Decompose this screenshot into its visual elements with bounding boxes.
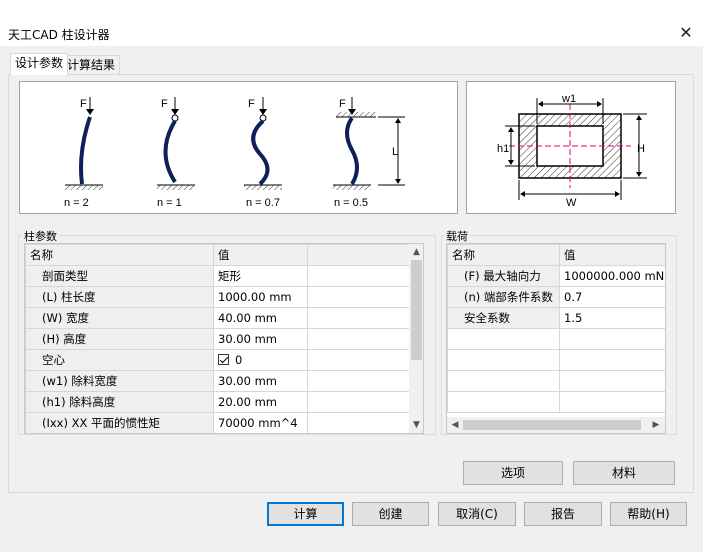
table-row[interactable]: (W) 宽度 40.00 mm: [25, 307, 410, 329]
table-row[interactable]: 空心 0: [25, 349, 410, 371]
help-button[interactable]: 帮助(H): [610, 502, 687, 526]
hollow-checkbox[interactable]: [218, 354, 229, 365]
scroll-thumb[interactable]: [411, 260, 422, 360]
column-pinned-pinned: F n = 1: [157, 97, 195, 209]
column-fixed-fixed: F L n = 0.5: [333, 97, 405, 209]
caption-n-2: n = 2: [64, 197, 89, 209]
row-value-hollow[interactable]: 0: [213, 349, 308, 371]
row-value[interactable]: 30.00 mm: [213, 328, 308, 350]
section-diagram: w1 h1 H W: [497, 93, 647, 209]
load-grid[interactable]: 名称 值 (F) 最大轴向力 1000000.000 mN (n) 端部条件系数…: [446, 243, 666, 434]
header-value: 值: [559, 244, 665, 266]
caption-n-1: n = 1: [157, 197, 182, 209]
W-label: W: [566, 197, 577, 209]
table-row[interactable]: (Ixx) XX 平面的惯性矩 70000 mm^4: [25, 412, 410, 433]
load-table: 名称 值 (F) 最大轴向力 1000000.000 mN (n) 端部条件系数…: [447, 244, 665, 413]
cancel-button[interactable]: 取消(C): [438, 502, 516, 526]
row-name: (h1) 除料高度: [25, 391, 214, 413]
row-name: 空心: [25, 349, 214, 371]
row-value[interactable]: 40.00 mm: [213, 307, 308, 329]
row-name: (H) 高度: [25, 328, 214, 350]
table-row[interactable]: (n) 端部条件系数 0.7: [447, 286, 665, 308]
caption-n-0-7: n = 0.7: [246, 197, 280, 209]
header-name: 名称: [447, 244, 560, 266]
row-value[interactable]: 1000000.000 mN: [559, 265, 665, 287]
tab-calc-results[interactable]: 计算结果: [62, 55, 121, 75]
load-hscrollbar[interactable]: ◀ ▶: [447, 417, 665, 433]
column-params-table: 名称 值 剖面类型 矩形 (L) 柱长度 1000.00 mm (W) 宽度 4…: [25, 244, 410, 433]
column-params-grid[interactable]: 名称 值 剖面类型 矩形 (L) 柱长度 1000.00 mm (W) 宽度 4…: [24, 243, 424, 434]
row-name: (w1) 除料宽度: [25, 370, 214, 392]
header-value: 值: [213, 244, 308, 266]
scroll-up-icon[interactable]: ▲: [409, 245, 423, 259]
table-row[interactable]: (L) 柱长度 1000.00 mm: [25, 286, 410, 308]
column-diagram: F n = 2 F n = 1 F n = 0.7 F L n = 0.5: [64, 97, 405, 209]
row-value[interactable]: 1.5: [559, 307, 665, 329]
column-end-conditions-figure: F n = 2 F n = 1 F n = 0.7 F L n = 0.5: [19, 81, 458, 214]
scroll-thumb[interactable]: [463, 420, 641, 430]
calculate-button[interactable]: 计算: [267, 502, 344, 526]
force-label: F: [161, 98, 168, 110]
table-row[interactable]: 剖面类型 矩形: [25, 265, 410, 287]
table-header-row: 名称 值: [25, 244, 410, 266]
row-name: 安全系数: [447, 307, 560, 329]
force-label: F: [248, 98, 255, 110]
row-value[interactable]: 矩形: [213, 265, 308, 287]
row-value[interactable]: 70000 mm^4: [213, 412, 308, 433]
tab-design-params[interactable]: 设计参数: [10, 53, 69, 75]
table-row[interactable]: (H) 高度 30.00 mm: [25, 328, 410, 350]
column-fixed-free: F n = 2: [64, 97, 103, 209]
column-params-label: 柱参数: [22, 228, 59, 244]
column-fixed-pinned: F n = 0.7: [244, 97, 282, 209]
caption-n-0-5: n = 0.5: [334, 197, 368, 209]
table-row[interactable]: 安全系数 1.5: [447, 307, 665, 329]
H-label: H: [637, 143, 645, 155]
report-button[interactable]: 报告: [524, 502, 602, 526]
length-label: L: [392, 146, 398, 158]
column-params-vscrollbar[interactable]: ▲ ▼: [409, 244, 423, 433]
row-value[interactable]: 30.00 mm: [213, 370, 308, 392]
create-button[interactable]: 创建: [352, 502, 429, 526]
options-button[interactable]: 选项: [463, 461, 563, 485]
hollow-value: 0: [235, 353, 243, 367]
table-header-row: 名称 值: [447, 244, 665, 266]
material-button[interactable]: 材料: [573, 461, 675, 485]
window-title: 天工CAD 柱设计器: [8, 28, 110, 42]
table-row[interactable]: (w1) 除料宽度 30.00 mm: [25, 370, 410, 392]
row-value[interactable]: 1000.00 mm: [213, 286, 308, 308]
force-label: F: [80, 98, 87, 110]
row-value[interactable]: 0.7: [559, 286, 665, 308]
row-name: 剖面类型: [25, 265, 214, 287]
row-name: (Ixx) XX 平面的惯性矩: [25, 412, 214, 433]
row-name: (n) 端部条件系数: [447, 286, 560, 308]
scroll-left-icon[interactable]: ◀: [448, 418, 462, 432]
header-name: 名称: [25, 244, 214, 266]
rect-section-figure: w1 h1 H W: [466, 81, 676, 214]
scroll-right-icon[interactable]: ▶: [649, 418, 663, 432]
row-name: (F) 最大轴向力: [447, 265, 560, 287]
table-row[interactable]: (F) 最大轴向力 1000000.000 mN: [447, 265, 665, 287]
w1-label: w1: [561, 93, 576, 105]
h1-label: h1: [497, 143, 509, 155]
row-value[interactable]: 20.00 mm: [213, 391, 308, 413]
force-label: F: [339, 98, 346, 110]
scroll-down-icon[interactable]: ▼: [409, 418, 423, 432]
row-name: (W) 宽度: [25, 307, 214, 329]
table-row[interactable]: (h1) 除料高度 20.00 mm: [25, 391, 410, 413]
close-icon[interactable]: ✕: [677, 24, 695, 42]
row-name: (L) 柱长度: [25, 286, 214, 308]
load-label: 载荷: [444, 228, 470, 244]
